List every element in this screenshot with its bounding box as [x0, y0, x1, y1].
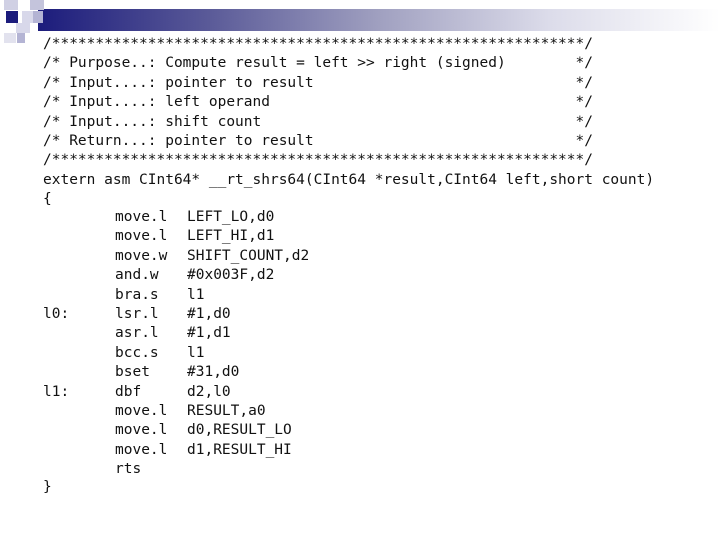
decor-square	[16, 23, 30, 33]
asm-op: bset	[115, 364, 150, 381]
comment-line: /***************************************…	[43, 36, 593, 52]
asm-op: asr.l	[115, 325, 159, 342]
asm-label: l0:	[43, 306, 70, 322]
comment-line: /* Input....: pointer to result */	[43, 74, 593, 91]
opening-brace: {	[43, 191, 52, 208]
asm-arg: l1	[187, 344, 205, 361]
asm-arg: d0,RESULT_LO	[187, 422, 292, 439]
asm-op: bra.s	[115, 286, 159, 303]
asm-arg: #31,d0	[187, 364, 240, 381]
asm-arg: #0x003F,d2	[187, 267, 275, 284]
asm-op: lsr.l	[115, 306, 159, 322]
closing-brace: }	[43, 479, 52, 495]
comment-line: /***************************************…	[43, 152, 593, 169]
asm-op: move.l	[115, 209, 168, 225]
asm-arg: #1,d0	[187, 306, 231, 322]
decor-square	[22, 11, 33, 23]
asm-op: dbf	[115, 383, 142, 400]
asm-op: move.l	[115, 422, 168, 439]
function-signature: extern asm CInt64* __rt_shrs64(CInt64 *r…	[43, 171, 655, 188]
decor-square	[4, 33, 16, 43]
asm-arg: l1	[187, 286, 205, 303]
asm-arg: d1,RESULT_HI	[187, 441, 292, 458]
asm-arg: d2,l0	[187, 383, 231, 400]
decor-square	[4, 0, 18, 10]
decor-square	[30, 0, 44, 10]
comment-line: /* Return...: pointer to result */	[43, 133, 593, 149]
gradient-bar	[38, 9, 720, 31]
asm-arg: SHIFT_COUNT,d2	[187, 247, 310, 264]
decor-square	[33, 11, 43, 23]
comment-line: /* Purpose..: Compute result = left >> r…	[43, 55, 593, 72]
asm-arg: LEFT_LO,d0	[187, 209, 275, 225]
comment-line: /* Input....: left operand */	[43, 94, 593, 111]
asm-op: move.l	[115, 403, 168, 419]
asm-arg: LEFT_HI,d1	[187, 228, 275, 245]
asm-op: bcc.s	[115, 344, 159, 361]
asm-label: l1:	[43, 383, 70, 400]
asm-arg: #1,d1	[187, 325, 231, 342]
asm-op: and.w	[115, 267, 159, 284]
asm-op: rts	[115, 461, 142, 478]
asm-arg: RESULT,a0	[187, 403, 266, 419]
asm-op: move.l	[115, 228, 168, 245]
asm-op: move.l	[115, 441, 168, 458]
asm-op: move.w	[115, 247, 168, 264]
decor-square	[17, 33, 25, 43]
decor-square	[6, 11, 18, 23]
comment-line: /* Input....: shift count */	[43, 113, 593, 130]
